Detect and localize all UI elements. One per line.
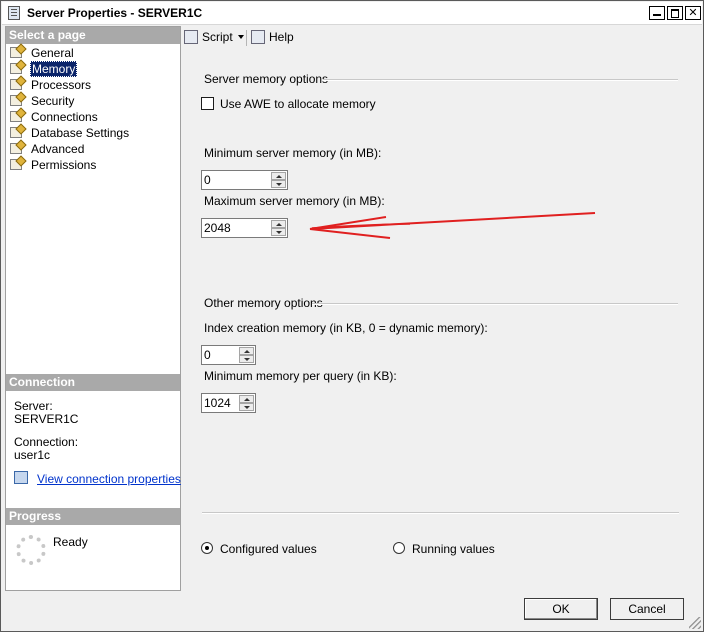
spin-down-icon[interactable] [239, 355, 254, 363]
sidebar-item-general[interactable]: General [8, 45, 130, 61]
min-query-memory-label: Minimum memory per query (in KB): [204, 369, 397, 383]
page-icon [10, 159, 22, 170]
page-icon [10, 95, 22, 106]
group-divider [323, 79, 678, 81]
max-server-memory-input[interactable]: 2048 [201, 218, 288, 238]
window-title: Server Properties - SERVER1C [27, 6, 203, 20]
server-value: SERVER1C [14, 412, 79, 426]
red-arrow-annotation [309, 212, 596, 239]
script-button[interactable]: Script [184, 28, 244, 46]
min-server-memory-stepper[interactable] [271, 172, 286, 188]
server-properties-dialog: Server Properties - SERVER1C ✕ Select a … [0, 0, 704, 632]
min-server-memory-value: 0 [204, 173, 211, 187]
window-icon [8, 6, 20, 20]
select-page-header: Select a page [6, 27, 180, 44]
index-creation-memory-value: 0 [204, 348, 211, 362]
resize-grip-icon[interactable] [689, 617, 701, 629]
page-icon [10, 127, 22, 138]
help-button[interactable]: Help [251, 28, 294, 46]
title-bar: Server Properties - SERVER1C ✕ [2, 2, 702, 25]
configured-values-radio[interactable] [201, 542, 213, 554]
sidebar-item-label: Permissions [31, 158, 97, 172]
sidebar-item-advanced[interactable]: Advanced [8, 141, 130, 157]
sidebar-item-memory[interactable]: Memory [8, 61, 130, 77]
spin-up-icon[interactable] [271, 220, 286, 228]
toolbar-separator [246, 30, 247, 46]
view-connection-link[interactable]: View connection properties [37, 472, 181, 486]
sidebar-item-label: Advanced [31, 142, 85, 156]
help-label: Help [269, 30, 294, 44]
script-label: Script [202, 30, 233, 44]
values-divider [202, 512, 679, 514]
other-memory-group-label: Other memory options [204, 296, 323, 310]
server-memory-group-label: Server memory options [204, 72, 329, 86]
left-panel: Select a page General Memory Processors … [5, 26, 181, 591]
ok-button[interactable]: OK [524, 598, 598, 620]
index-creation-memory-label: Index creation memory (in KB, 0 = dynami… [204, 321, 488, 335]
sidebar-item-label: Security [31, 94, 75, 108]
sidebar-item-label: Memory [30, 61, 78, 77]
connection-properties-icon [14, 471, 28, 484]
max-server-memory-label: Maximum server memory (in MB): [204, 194, 385, 208]
spin-up-icon[interactable] [239, 347, 254, 355]
sidebar-item-processors[interactable]: Processors [8, 77, 130, 93]
spin-down-icon[interactable] [271, 228, 286, 236]
min-query-memory-stepper[interactable] [239, 395, 254, 411]
min-query-memory-input[interactable]: 1024 [201, 393, 256, 413]
configured-values-label: Configured values [220, 542, 317, 556]
max-server-memory-stepper[interactable] [271, 220, 286, 236]
memory-page: Server memory options Use AWE to allocat… [180, 50, 701, 589]
dialog-footer: OK Cancel [1, 591, 703, 631]
script-icon [184, 30, 198, 44]
running-values-radio[interactable] [393, 542, 405, 554]
connection-value: user1c [14, 448, 51, 462]
min-query-memory-value: 1024 [204, 396, 231, 410]
spin-down-icon[interactable] [271, 180, 286, 188]
index-creation-memory-input[interactable]: 0 [201, 345, 256, 365]
page-icon [10, 47, 22, 58]
page-icon [10, 79, 22, 90]
page-list: General Memory Processors Security Conne… [8, 45, 130, 173]
use-awe-checkbox[interactable] [201, 97, 214, 110]
maximize-button[interactable] [667, 6, 683, 20]
help-icon [251, 30, 265, 44]
running-values-label: Running values [412, 542, 495, 556]
min-server-memory-label: Minimum server memory (in MB): [204, 146, 382, 160]
connection-header: Connection [6, 374, 180, 391]
minimize-button[interactable] [649, 6, 665, 20]
sidebar-item-security[interactable]: Security [8, 93, 130, 109]
sidebar-item-permissions[interactable]: Permissions [8, 157, 130, 173]
progress-spinner-icon [16, 535, 46, 565]
cancel-button[interactable]: Cancel [610, 598, 684, 620]
sidebar-item-label: General [31, 46, 74, 60]
min-server-memory-input[interactable]: 0 [201, 170, 288, 190]
sidebar-item-connections[interactable]: Connections [8, 109, 130, 125]
use-awe-label: Use AWE to allocate memory [220, 97, 376, 111]
toolbar: Script Help [180, 26, 701, 48]
chevron-down-icon [237, 35, 244, 39]
spin-up-icon[interactable] [239, 395, 254, 403]
close-button[interactable]: ✕ [685, 6, 701, 20]
index-creation-memory-stepper[interactable] [239, 347, 254, 363]
sidebar-item-database-settings[interactable]: Database Settings [8, 125, 130, 141]
sidebar-item-label: Database Settings [31, 126, 130, 140]
page-icon [10, 143, 22, 154]
progress-header: Progress [6, 508, 180, 525]
spin-down-icon[interactable] [239, 403, 254, 411]
sidebar-item-label: Connections [31, 110, 98, 124]
max-server-memory-value: 2048 [204, 221, 231, 235]
sidebar-item-label: Processors [31, 78, 92, 92]
page-icon [10, 63, 22, 74]
connection-info: Server: SERVER1C Connection: user1c [14, 400, 78, 462]
spin-up-icon[interactable] [271, 172, 286, 180]
group-divider [312, 303, 678, 305]
progress-status: Ready [53, 535, 88, 549]
page-icon [10, 111, 22, 122]
